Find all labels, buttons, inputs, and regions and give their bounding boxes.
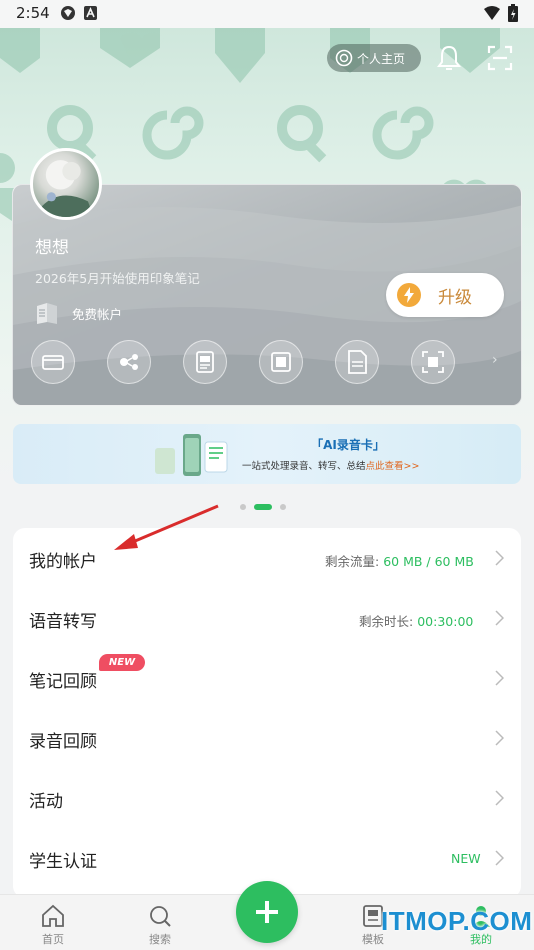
- feature-scan-icon[interactable]: [411, 340, 455, 384]
- chevron-right-icon: [495, 550, 504, 566]
- banner-subtitle: 一站式处理录音、转写、总结点此查看>>: [242, 461, 420, 472]
- carousel-indicator: [240, 504, 294, 510]
- chevron-right-icon: [495, 850, 504, 866]
- status-time: 2:54: [16, 4, 50, 22]
- chevron-right-icon: [495, 670, 504, 686]
- student-new-label: NEW: [451, 851, 481, 866]
- watermark: ITMOP.COM: [381, 906, 533, 936]
- chevron-right-icon: [495, 730, 504, 746]
- search-icon: [150, 906, 171, 927]
- smile-icon: [335, 49, 353, 67]
- list-item-my-account[interactable]: 我的帐户 剩余流量: 60 MB / 60 MB: [13, 528, 521, 588]
- nav-search[interactable]: 搜索: [130, 903, 190, 947]
- scan-icon[interactable]: [487, 45, 513, 71]
- plus-icon: [256, 901, 278, 923]
- list-item-voice-transcription[interactable]: 语音转写 剩余时长: 00:30:00: [13, 588, 521, 648]
- feature-storage-icon[interactable]: [259, 340, 303, 384]
- list-item-recording-review[interactable]: 录音回顾: [13, 708, 521, 768]
- personal-homepage-button[interactable]: 个人主页: [327, 44, 421, 72]
- list-item-activities[interactable]: 活动: [13, 768, 521, 828]
- list-item-note-review[interactable]: 笔记回顾 NEW: [13, 648, 521, 708]
- member-since: 2026年5月开始使用印象笔记: [35, 271, 200, 286]
- list-item-student-verification[interactable]: 学生认证 NEW: [13, 828, 521, 888]
- nav-home[interactable]: 首页: [23, 903, 83, 947]
- feature-card-icon[interactable]: [31, 340, 75, 384]
- vpn-status-icon: [61, 6, 75, 20]
- account-book-icon: [37, 303, 57, 324]
- new-badge: NEW: [99, 654, 145, 671]
- time-remaining: 剩余时长: 00:30:00: [359, 614, 474, 629]
- feature-document-icon[interactable]: [183, 340, 227, 384]
- lightning-icon: [397, 283, 421, 307]
- account-type[interactable]: 免费帐户: [35, 302, 122, 324]
- chevron-right-icon: [495, 790, 504, 806]
- upgrade-label: 升级: [438, 287, 472, 308]
- feature-sync-icon[interactable]: [107, 340, 151, 384]
- annotation-arrow: [114, 504, 219, 550]
- banner-title: 「AI录音卡」: [311, 438, 385, 452]
- ai-recorder-banner[interactable]: 「AI录音卡」 一站式处理录音、转写、总结点此查看>>: [13, 424, 521, 484]
- battery-icon: [508, 4, 518, 22]
- feature-more-chevron-icon[interactable]: ›: [492, 352, 498, 368]
- chevron-right-icon: [495, 610, 504, 626]
- personal-homepage-label: 个人主页: [357, 51, 406, 66]
- account-type-label: 免费帐户: [72, 306, 123, 322]
- upgrade-button[interactable]: 升级: [386, 273, 504, 317]
- recorder-illustration: [155, 434, 228, 476]
- avatar[interactable]: [30, 148, 102, 220]
- add-note-button[interactable]: [236, 881, 298, 943]
- banner-link[interactable]: 点此查看>>: [366, 461, 420, 472]
- traffic-remaining: 剩余流量: 60 MB / 60 MB: [325, 554, 474, 569]
- bell-icon[interactable]: [436, 44, 462, 72]
- status-bar: 2:54: [0, 0, 534, 28]
- settings-list: 我的帐户 剩余流量: 60 MB / 60 MB 语音转写 剩余时长: 00:3…: [13, 528, 521, 898]
- keyboard-status-icon: [84, 6, 97, 20]
- home-icon: [42, 904, 64, 927]
- feature-capacity-icon[interactable]: [335, 340, 379, 384]
- wifi-icon: [484, 6, 500, 20]
- username: 想想: [35, 238, 69, 258]
